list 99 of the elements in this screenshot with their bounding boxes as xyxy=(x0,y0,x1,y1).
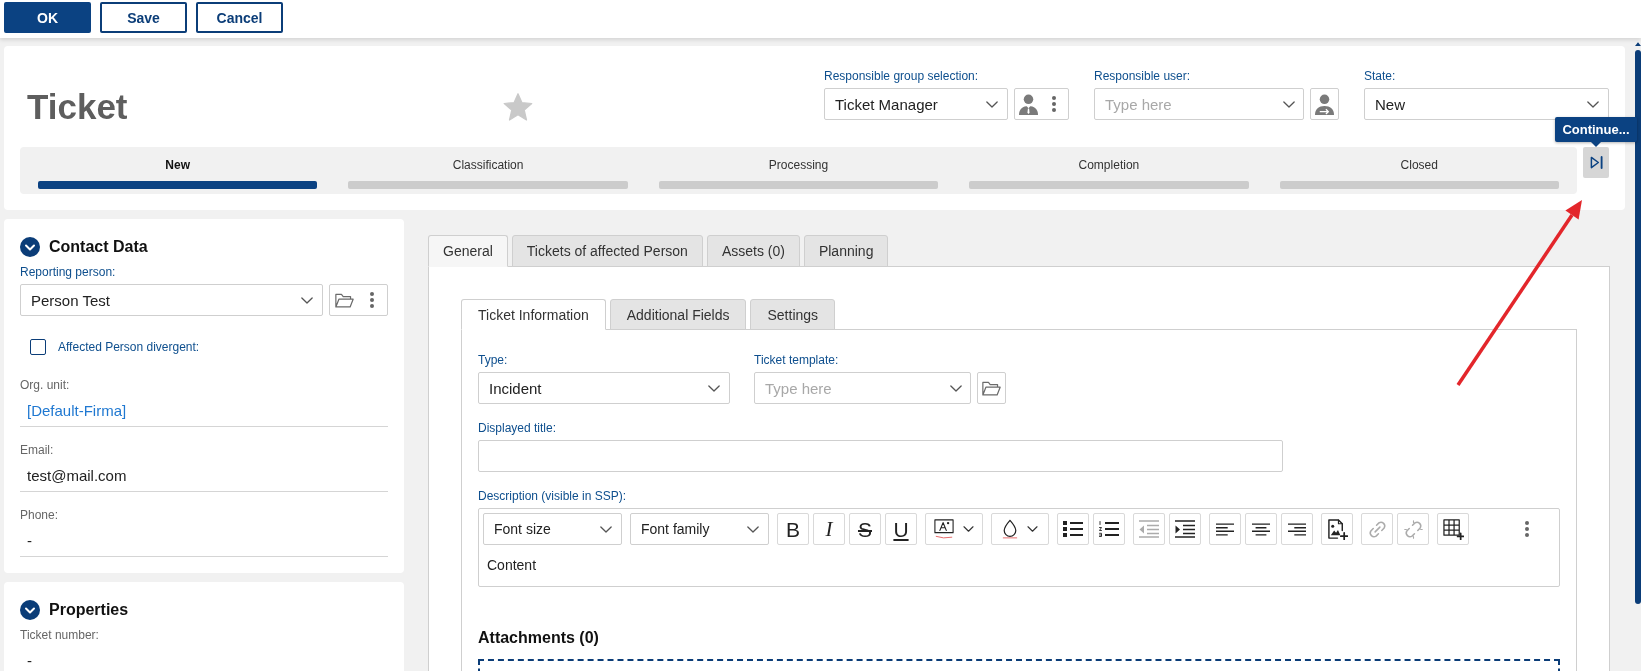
folder-icon[interactable] xyxy=(335,292,354,308)
chevron-down-icon xyxy=(708,384,720,392)
chevron-down-icon xyxy=(600,525,612,533)
dropdown-field[interactable]: New xyxy=(1364,88,1609,120)
step-label[interactable]: New xyxy=(165,158,191,172)
step-label[interactable]: Classification xyxy=(452,158,524,172)
dropdown-field[interactable]: Type here xyxy=(1094,88,1304,120)
caret-icon xyxy=(963,526,974,532)
dropdown-field[interactable]: Font family xyxy=(630,513,769,545)
field-value: test@mail.com xyxy=(27,465,127,486)
caret-icon xyxy=(1027,526,1038,532)
star-icon[interactable] xyxy=(503,92,533,122)
tab[interactable]: Additional Fields xyxy=(609,299,747,330)
field-value: - xyxy=(27,650,32,671)
tab[interactable]: Assets (0) xyxy=(706,235,800,267)
field-label: Email: xyxy=(20,443,54,457)
next-step-button[interactable] xyxy=(1583,147,1609,178)
tab[interactable]: Ticket Information xyxy=(461,299,606,330)
dropdown-field[interactable]: Type here xyxy=(754,372,971,404)
page-title: Ticket xyxy=(27,87,129,127)
chevron-circle-icon[interactable] xyxy=(20,600,40,620)
tab[interactable]: General xyxy=(428,235,508,267)
section-title: Contact Data xyxy=(49,238,148,256)
align-center-icon xyxy=(1252,522,1270,536)
field-link[interactable]: [Default-Firma] xyxy=(27,400,127,421)
image-icon xyxy=(1326,518,1348,540)
strikethrough-button[interactable]: S xyxy=(849,513,881,545)
tab[interactable]: Planning xyxy=(803,235,889,267)
bullet-list-button[interactable] xyxy=(1057,513,1089,545)
checkbox[interactable] xyxy=(30,339,46,355)
tab[interactable]: Settings xyxy=(750,299,836,330)
outline-button[interactable]: Save xyxy=(100,2,187,33)
align-center-button[interactable] xyxy=(1245,513,1277,545)
field-label: Description (visible in SSP): xyxy=(478,489,627,503)
underline-button[interactable]: U xyxy=(885,513,917,545)
kebab-menu-icon[interactable] xyxy=(1525,521,1529,537)
tooltip: Continue... xyxy=(1555,117,1637,147)
text-input[interactable] xyxy=(478,440,1283,472)
field-label: Type: xyxy=(478,353,508,367)
fill-color-button[interactable] xyxy=(991,513,1049,545)
chevron-down-icon xyxy=(1587,100,1599,108)
align-left-button[interactable] xyxy=(1209,513,1241,545)
bold-button[interactable]: B xyxy=(777,513,809,545)
italic-button[interactable]: I xyxy=(813,513,845,545)
section-title: Properties xyxy=(49,601,129,619)
numbered-list-button[interactable] xyxy=(1093,513,1125,545)
step-label[interactable]: Closed xyxy=(1400,158,1438,172)
field-label: Reporting person: xyxy=(20,265,116,279)
field-label: State: xyxy=(1364,69,1396,83)
kebab-menu-icon[interactable] xyxy=(1052,96,1056,112)
scroll-up-icon[interactable] xyxy=(1635,42,1641,46)
dropdown-field[interactable]: Person Test xyxy=(20,284,323,316)
skip-to-end-icon xyxy=(1589,156,1603,169)
field-label: Responsible group selection: xyxy=(824,69,979,83)
indent-icon xyxy=(1175,520,1195,538)
person-icon[interactable] xyxy=(1019,93,1038,115)
chevron-down-icon xyxy=(301,296,313,304)
droplet-icon xyxy=(1002,519,1018,539)
chevron-down-icon xyxy=(986,100,998,108)
step-label[interactable]: Completion xyxy=(1078,158,1140,172)
field-label: Displayed title: xyxy=(478,421,557,435)
field-value: - xyxy=(27,530,32,551)
field-label: Ticket number: xyxy=(20,628,99,642)
numbered-list-icon xyxy=(1099,521,1119,537)
tab[interactable]: Tickets of affected Person xyxy=(511,235,703,267)
person-arrow-icon[interactable] xyxy=(1315,93,1334,115)
dropdown-field[interactable]: Font size xyxy=(483,513,622,545)
outline-button[interactable]: Cancel xyxy=(196,2,283,33)
table-icon xyxy=(1442,518,1464,540)
section-title: Attachments (0) xyxy=(478,628,600,648)
chevron-down-icon xyxy=(747,525,759,533)
outdent-icon xyxy=(1139,520,1159,538)
primary-button[interactable]: OK xyxy=(4,2,91,33)
editor-content[interactable]: Content xyxy=(483,545,1555,585)
insert-table-button[interactable] xyxy=(1437,513,1469,545)
kebab-menu-icon[interactable] xyxy=(370,292,374,308)
chevron-down-icon xyxy=(950,385,962,392)
unlink-icon xyxy=(1403,519,1423,539)
chevron-down-icon xyxy=(1283,101,1295,108)
text-color-button[interactable] xyxy=(925,513,983,545)
align-left-icon xyxy=(1216,522,1234,536)
link-icon xyxy=(1367,519,1387,539)
scrollbar-thumb[interactable] xyxy=(1635,50,1641,604)
field-label: Responsible user: xyxy=(1094,69,1191,83)
field-label: Phone: xyxy=(20,508,59,522)
step-label[interactable]: Processing xyxy=(768,158,829,172)
folder-icon[interactable] xyxy=(982,380,1001,396)
field-label: Ticket template: xyxy=(754,353,839,367)
indent-button[interactable] xyxy=(1169,513,1201,545)
chevron-circle-icon[interactable] xyxy=(20,237,40,257)
bullet-list-icon xyxy=(1063,521,1083,537)
checkbox-label: Affected Person divergent: xyxy=(58,340,200,354)
align-right-icon xyxy=(1288,522,1306,536)
dropdown-field[interactable]: Ticket Manager xyxy=(824,88,1008,120)
text-color-icon xyxy=(934,519,954,539)
field-label: Org. unit: xyxy=(20,378,70,392)
align-right-button[interactable] xyxy=(1281,513,1313,545)
insert-image-button[interactable] xyxy=(1321,513,1353,545)
dropdown-field[interactable]: Incident xyxy=(478,372,730,404)
